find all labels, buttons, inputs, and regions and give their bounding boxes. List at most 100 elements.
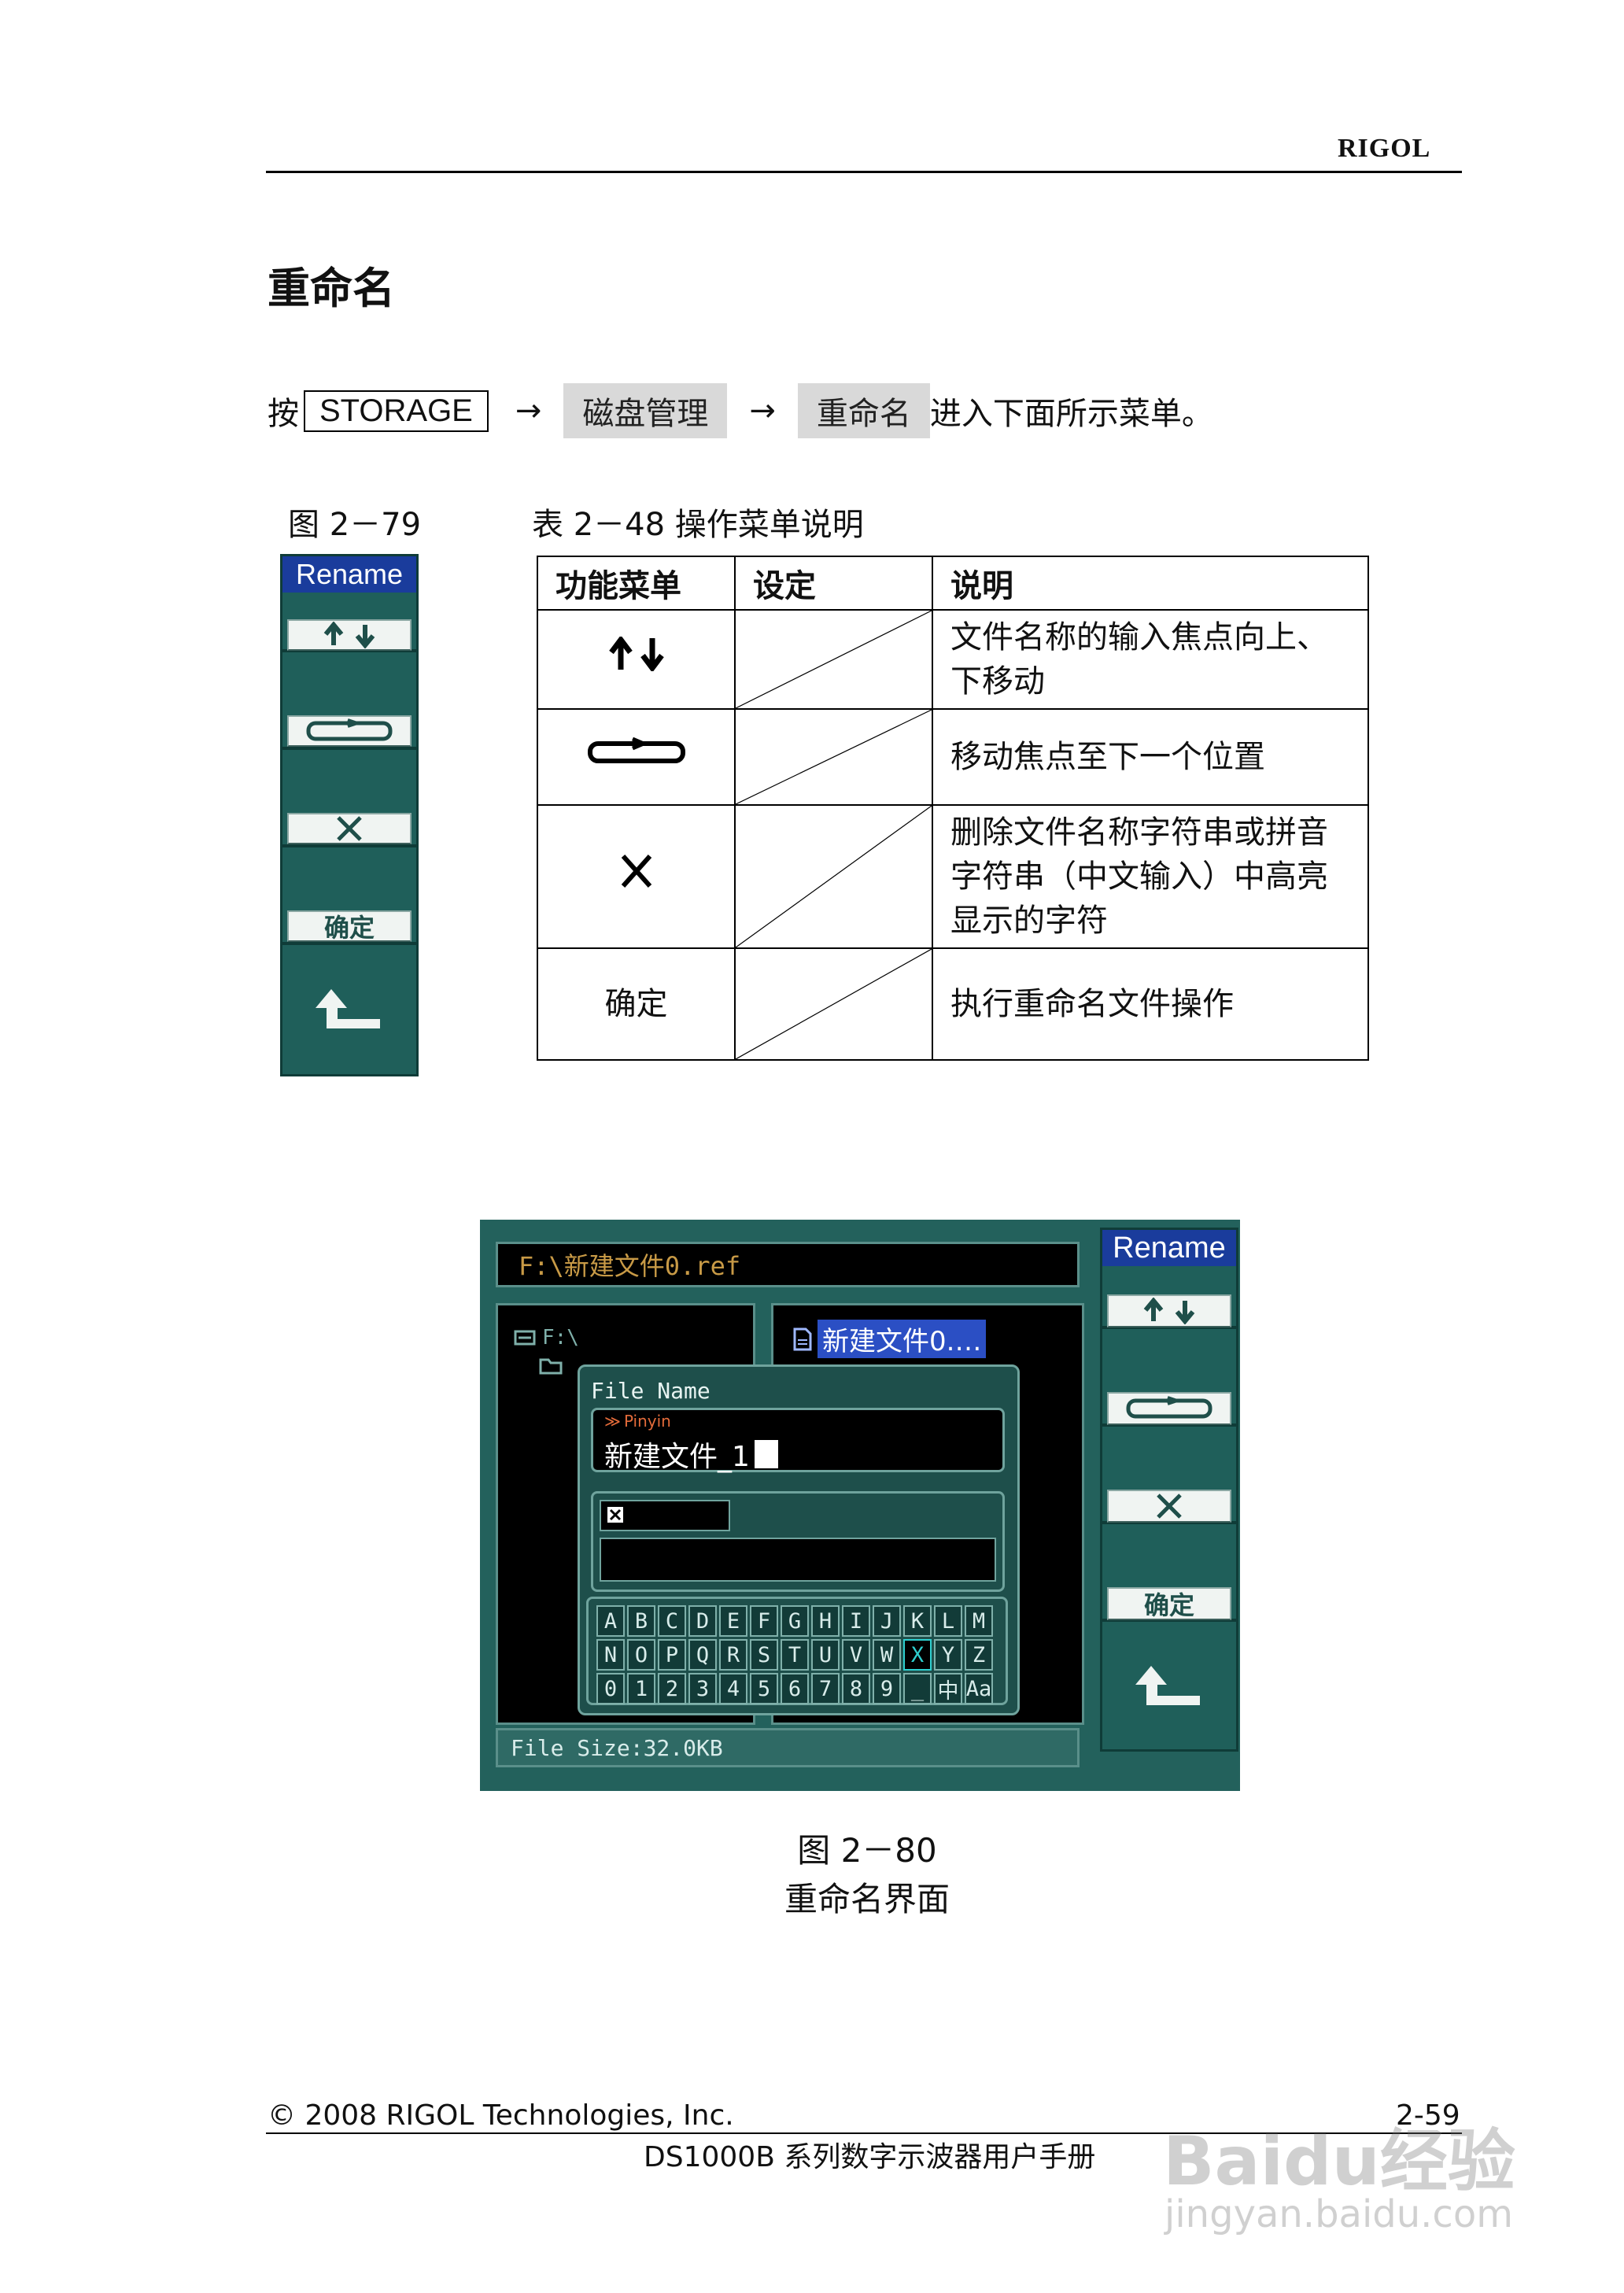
keyboard-key[interactable]: 3 [688, 1673, 717, 1704]
keyboard-key[interactable]: L [934, 1605, 962, 1637]
keyboard-grid: A B C D E F G H I J K L M N O P Q R S T U V W X Y Z 0 1 2 3 4 5 6 7 8 9 _ 中 Aa [596, 1605, 998, 1704]
table-cell-func [537, 708, 736, 806]
return-button[interactable] [1102, 1627, 1231, 1745]
diagonal-slash [736, 710, 932, 804]
pinyin-candidate-area [591, 1491, 1005, 1592]
keyboard-key[interactable]: W [873, 1639, 901, 1671]
table-cell-func: 确定 [537, 947, 736, 1061]
candidate-list[interactable] [600, 1538, 996, 1582]
header-rule [266, 171, 1462, 173]
menu-title: Rename [282, 556, 416, 593]
confirm-button[interactable]: 确定 [1107, 1587, 1231, 1620]
keyboard-key[interactable]: 1 [627, 1673, 655, 1704]
keyboard-key[interactable]: D [688, 1605, 717, 1637]
col-header-setting: 设定 [734, 556, 933, 611]
softkey-disk-management: 磁盘管理 [563, 383, 728, 438]
up-down-button[interactable] [287, 619, 412, 651]
col-header-desc: 说明 [932, 556, 1369, 611]
table-cell-setting [734, 609, 933, 710]
pinyin-input-box[interactable] [600, 1500, 730, 1531]
footer-copyright: © 2008 RIGOL Technologies, Inc. [268, 2099, 734, 2132]
keyboard-key[interactable]: P [658, 1639, 686, 1671]
keyboard-key[interactable]: I [842, 1605, 870, 1637]
keyboard-key[interactable]: U [811, 1639, 840, 1671]
diagonal-slash [736, 806, 932, 947]
keyboard-key[interactable]: 8 [842, 1673, 870, 1704]
rename-softkey-menu: Rename 确定 [280, 554, 419, 1076]
keyboard-key[interactable]: X [903, 1639, 932, 1671]
keyboard-key[interactable]: 0 [596, 1673, 625, 1704]
confirm-button[interactable]: 确定 [287, 910, 412, 943]
return-arrow-icon [316, 989, 380, 1028]
keyboard-key[interactable]: R [719, 1639, 747, 1671]
file-size-status: File Size:32.0KB [496, 1728, 1080, 1767]
keyboard-key[interactable]: B [627, 1605, 655, 1637]
cycle-arrows-icon [587, 737, 685, 763]
brand-logo-text: RIGOL [1338, 134, 1431, 163]
arrow-right-icon: → [749, 393, 776, 429]
dialog-title: File Name [591, 1378, 710, 1404]
footer-manual-title: DS1000B 系列数字示波器用户手册 [644, 2141, 1096, 2173]
selected-file-item[interactable]: 新建文件0.… [818, 1320, 987, 1358]
keyboard-key[interactable]: 7 [811, 1673, 840, 1704]
table-cell-setting [734, 708, 933, 806]
keyboard-key[interactable]: J [873, 1605, 901, 1637]
table-row: 删除文件名称字符串或拼音字符串（中文输入）中高亮显示的字符 [537, 804, 1369, 949]
up-down-button[interactable] [1107, 1294, 1231, 1327]
keyboard-key[interactable]: S [750, 1639, 778, 1671]
delete-x-icon [621, 854, 651, 888]
keyboard-key[interactable]: Y [934, 1639, 962, 1671]
instruction-line: 按 STORAGE → 磁盘管理 → 重命名 进入下面所示菜单。 [268, 383, 1213, 438]
return-arrow-icon [1135, 1666, 1200, 1705]
file-name-dialog: File Name ≫ Pinyin 新建文件_1 ABCDEFGHIJKLM N… [578, 1364, 1020, 1715]
up-down-arrows-icon [323, 622, 375, 648]
keyboard-key[interactable]: Z [965, 1639, 993, 1671]
table-cell-setting [734, 804, 933, 949]
delete-button[interactable] [1107, 1490, 1231, 1523]
keyboard-key[interactable]: 2 [658, 1673, 686, 1704]
softkey-rename: 重命名 [797, 383, 930, 438]
keyboard-key[interactable]: N [596, 1639, 625, 1671]
diagonal-slash [736, 949, 932, 1059]
keyboard-key[interactable]: 9 [873, 1673, 901, 1704]
keyboard-key[interactable]: 6 [781, 1673, 809, 1704]
keyboard-key[interactable]: K [903, 1605, 932, 1637]
table-cell-desc: 删除文件名称字符串或拼音字符串（中文输入）中高亮显示的字符 [932, 804, 1369, 949]
keyboard-key[interactable]: T [781, 1639, 809, 1671]
figure-80-label: 图 2－80 [797, 1831, 937, 1870]
return-button[interactable] [282, 950, 412, 1068]
file-icon [793, 1327, 812, 1350]
keyboard-key[interactable]: 5 [750, 1673, 778, 1704]
keyboard-key[interactable]: G [781, 1605, 809, 1637]
keyboard-key[interactable]: 4 [719, 1673, 747, 1704]
keyboard-key[interactable]: C [658, 1605, 686, 1637]
keyboard-key[interactable]: V [842, 1639, 870, 1671]
table-cell-desc: 移动焦点至下一个位置 [932, 708, 1369, 806]
table-cell-desc: 文件名称的输入焦点向上、下移动 [932, 609, 1369, 710]
keyboard-key[interactable]: 中 [934, 1673, 962, 1704]
keyboard-key[interactable]: M [965, 1605, 993, 1637]
tree-root-label[interactable]: F:\ [542, 1326, 579, 1350]
file-name-input[interactable]: ≫ Pinyin 新建文件_1 [591, 1408, 1005, 1473]
storage-key: STORAGE [304, 390, 489, 432]
keyboard-key[interactable]: H [811, 1605, 840, 1637]
keyboard-key[interactable]: O [627, 1639, 655, 1671]
table-cell-func [537, 804, 736, 949]
keyboard-key[interactable]: Q [688, 1639, 717, 1671]
keyboard-key[interactable]: F [750, 1605, 778, 1637]
delete-x-icon [337, 816, 362, 841]
cycle-button[interactable] [287, 715, 412, 747]
delete-button[interactable] [287, 813, 412, 844]
table-row: 移动焦点至下一个位置 [537, 708, 1369, 806]
pinyin-mode-icon: ≫ [604, 1412, 621, 1431]
keyboard-key[interactable]: A [596, 1605, 625, 1637]
input-mode-label: Pinyin [623, 1412, 671, 1431]
cycle-button[interactable] [1107, 1392, 1231, 1425]
cycle-arrows-icon [1126, 1396, 1212, 1419]
up-down-arrows-icon [1143, 1298, 1195, 1324]
keyboard-key[interactable]: E [719, 1605, 747, 1637]
operation-menu-table: 功能菜单 设定 说明 文件名称的输入焦点向上、下移动 移动焦点至下一个位置 删除… [537, 556, 1369, 1061]
keyboard-key[interactable]: Aa [965, 1673, 993, 1704]
keyboard-key[interactable]: _ [903, 1673, 932, 1704]
table-header-row: 功能菜单 设定 说明 [537, 556, 1369, 611]
